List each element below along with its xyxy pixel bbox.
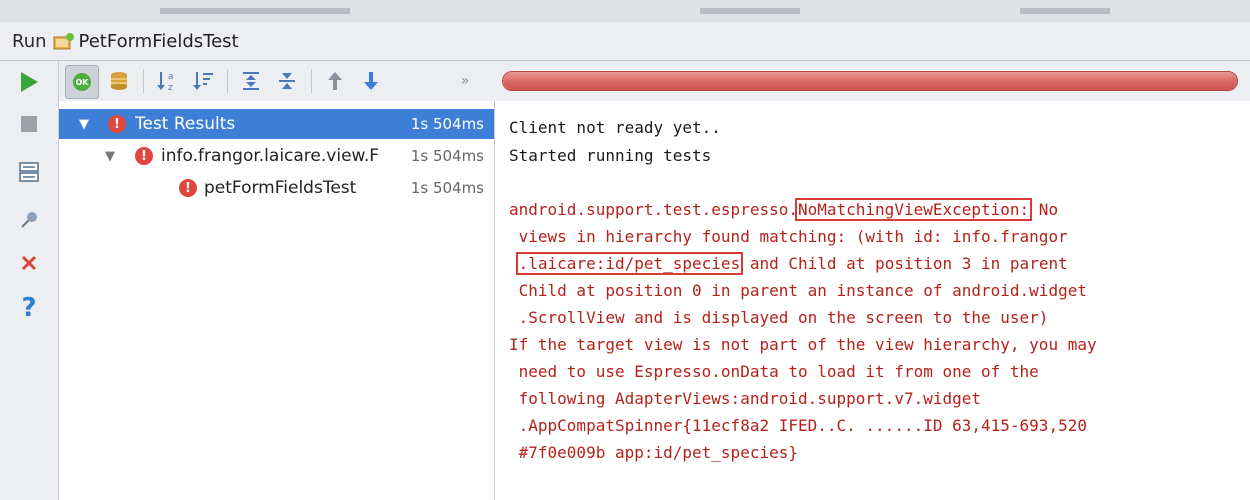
sort-alpha-icon[interactable]: a z <box>151 65 183 97</box>
tree-row-duration: 1s 504ms <box>410 147 484 165</box>
expand-all-icon[interactable] <box>235 65 267 97</box>
tree-row-test-results[interactable]: ▼ ! Test Results 1s 504ms <box>59 109 494 139</box>
progress-fill <box>503 72 1237 90</box>
console-error-line: .AppCompatSpinner{11ecf8a2 IFED..C. ....… <box>509 416 1087 435</box>
tab-stub <box>700 8 800 14</box>
collapse-all-icon[interactable] <box>271 65 303 97</box>
more-icon[interactable]: » <box>449 65 481 97</box>
left-toolbar: ? <box>0 61 59 500</box>
error-status-icon: ! <box>135 147 153 165</box>
prev-failed-icon[interactable] <box>319 65 351 97</box>
tab-stub <box>1020 8 1110 14</box>
toolbar-separator <box>143 69 144 93</box>
tree-row-test-class[interactable]: ▼ ! info.frangor.laicare.view.F 1s 504ms <box>59 141 494 171</box>
svg-text:a: a <box>168 72 174 82</box>
run-icon[interactable] <box>10 63 48 101</box>
ignored-filter-icon[interactable] <box>103 65 135 97</box>
help-icon[interactable]: ? <box>10 289 48 327</box>
console-error-line: following AdapterViews:android.support.v… <box>509 389 982 408</box>
svg-text:z: z <box>168 83 173 93</box>
run-config-name: PetFormFieldsTest <box>78 30 239 52</box>
pin-icon[interactable] <box>10 201 48 239</box>
highlighted-view-id: .laicare:id/pet_species <box>515 252 744 275</box>
tree-row-label: Test Results <box>135 114 236 134</box>
test-results-tree: ▼ ! Test Results 1s 504ms ▼ ! info.frang… <box>59 101 495 500</box>
stop-icon[interactable] <box>10 105 48 143</box>
tree-row-duration: 1s 504ms <box>410 179 484 197</box>
tree-row-test-method[interactable]: ! petFormFieldsTest 1s 504ms <box>59 173 494 203</box>
android-test-config-icon <box>53 32 75 50</box>
tree-row-label: info.frangor.laicare.view.F <box>161 146 380 166</box>
test-tree-toolbar: OK a z » <box>59 61 494 102</box>
exception-package: android.support.test.espresso. <box>509 200 798 219</box>
toolbar-separator <box>227 69 228 93</box>
console-line: Started running tests <box>509 146 712 165</box>
highlighted-exception-name: NoMatchingViewException: <box>794 198 1033 221</box>
console-output[interactable]: Client not ready yet.. Started running t… <box>495 101 1250 500</box>
run-tool-window: Run PetFormFieldsTest ? OK a z » ▼ ! Tes… <box>0 0 1250 500</box>
console-error-line: .laicare:id/pet_species and Child at pos… <box>509 251 1068 277</box>
test-progress-bar <box>502 71 1238 91</box>
console-error-line: Child at position 0 in parent an instanc… <box>509 281 1087 300</box>
run-titlebar: Run PetFormFieldsTest <box>0 22 1250 61</box>
ok-filter-icon[interactable]: OK <box>65 65 99 99</box>
error-status-icon: ! <box>179 179 197 197</box>
expand-arrow-icon[interactable]: ▼ <box>79 117 89 132</box>
tab-stub <box>160 8 350 14</box>
more-label: » <box>460 73 470 89</box>
console-error-line: android.support.test.espresso.NoMatching… <box>509 197 1058 223</box>
console-error-line: .ScrollView and is displayed on the scre… <box>509 308 1049 327</box>
run-label: Run <box>12 30 47 52</box>
expand-arrow-icon[interactable]: ▼ <box>105 149 115 164</box>
toolbar-separator <box>311 69 312 93</box>
tree-row-label: petFormFieldsTest <box>204 178 357 198</box>
next-failed-icon[interactable] <box>355 65 387 97</box>
console-error-line: #7f0e009b app:id/pet_species} <box>509 443 798 462</box>
console-error-line: need to use Espresso.onData to load it f… <box>509 362 1039 381</box>
sort-duration-icon[interactable] <box>187 65 219 97</box>
exception-suffix: No <box>1029 200 1059 219</box>
console-error-line: views in hierarchy found matching: (with… <box>509 227 1068 246</box>
line-rest: and Child at position 3 in parent <box>740 254 1068 273</box>
error-status-icon: ! <box>108 115 126 133</box>
editor-tab-strip <box>0 0 1250 23</box>
console-toolbar <box>494 61 1250 102</box>
console-line: Client not ready yet.. <box>509 118 721 137</box>
close-icon[interactable] <box>10 244 48 282</box>
tree-row-duration: 1s 504ms <box>410 115 484 133</box>
console-error-line: If the target view is not part of the vi… <box>509 335 1097 354</box>
layout-icon[interactable] <box>10 153 48 191</box>
svg-text:OK: OK <box>76 78 90 87</box>
